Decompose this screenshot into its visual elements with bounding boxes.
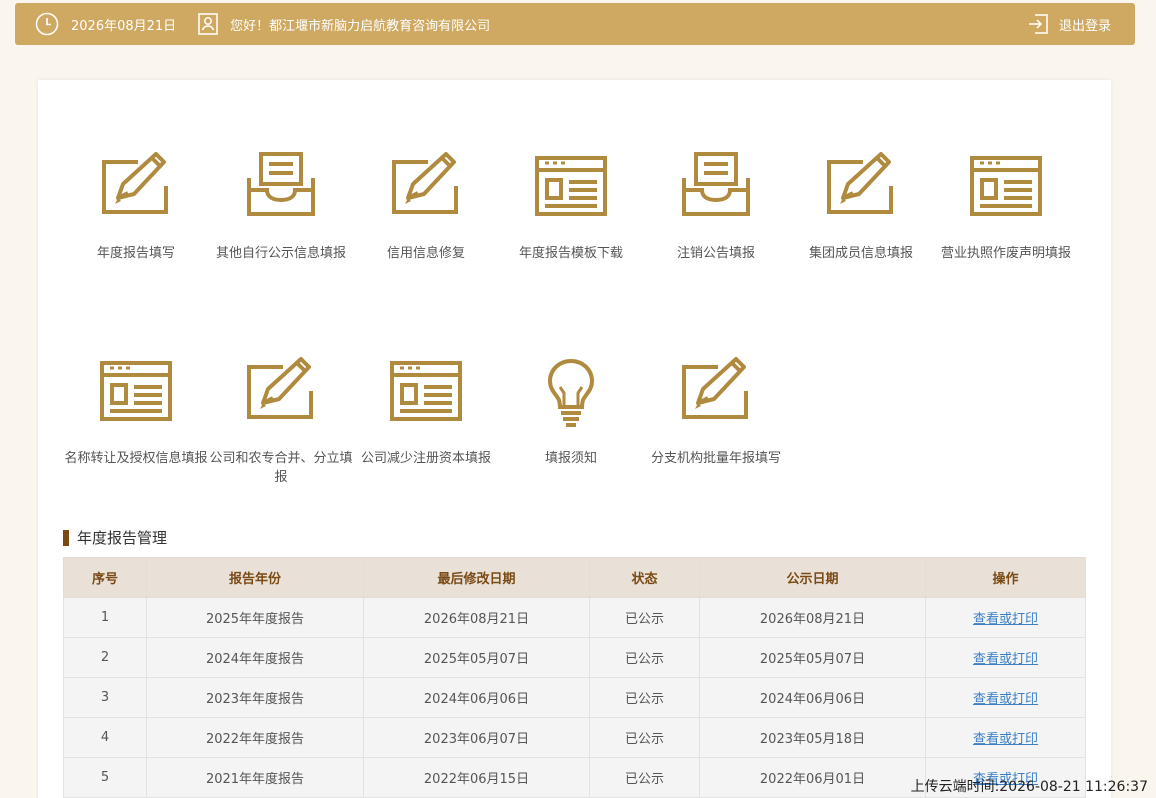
- view-print-link[interactable]: 查看或打印: [973, 652, 1038, 667]
- greeting-text: 您好！都江堰市新脑力启航教育咨询有限公司: [230, 18, 491, 34]
- cell-status: 已公示: [589, 637, 700, 678]
- annual-report-table: 序号 报告年份 最后修改日期 状态 公示日期 操作 1 2025年年度报告 2026…: [63, 557, 1086, 798]
- tile-label: 公司减少注册资本填报: [360, 451, 491, 466]
- cell-modified-date: 2025年05月07日: [363, 637, 590, 678]
- tile-label: 填报须知: [544, 451, 597, 466]
- logout-label: 退出登录: [1058, 18, 1111, 34]
- cell-publish-date: 2023年05月18日: [699, 717, 926, 758]
- table-header-row: 序号 报告年份 最后修改日期 状态 公示日期 操作: [63, 557, 1086, 598]
- cell-status: 已公示: [589, 677, 700, 718]
- form-icon: [535, 156, 607, 216]
- cell-status: 已公示: [589, 597, 700, 638]
- cell-status: 已公示: [589, 717, 700, 758]
- tile-label: 公司和农专合并、分立填报: [209, 451, 353, 485]
- cell-index: 3: [63, 677, 147, 718]
- cell-action: 查看或打印: [925, 597, 1086, 638]
- col-header-index: 序号: [63, 557, 147, 598]
- col-header-publish-date: 公示日期: [699, 557, 926, 598]
- tile-deregistration-notice[interactable]: 注销公告填报: [643, 150, 789, 263]
- cell-action: 查看或打印: [925, 717, 1086, 758]
- tile-label: 年度报告填写: [96, 246, 175, 261]
- current-date: 2026年08月21日: [71, 18, 177, 34]
- form-icon: [390, 361, 462, 421]
- cell-report-year: 2024年年度报告: [146, 637, 364, 678]
- tile-label: 营业执照作废声明填报: [940, 246, 1071, 261]
- form-icon: [970, 156, 1042, 216]
- inbox-icon: [682, 152, 750, 216]
- edit-icon: [827, 152, 893, 214]
- tile-label: 名称转让及授权信息填报: [64, 451, 208, 466]
- table-row: 4 2022年年度报告 2023年06月07日 已公示 2023年05月18日 查看或打印: [63, 717, 1086, 758]
- form-icon: [100, 361, 172, 421]
- edit-icon: [247, 357, 313, 419]
- cell-modified-date: 2024年06月06日: [363, 677, 590, 718]
- tile-capital-reduction[interactable]: 公司减少注册资本填报: [353, 355, 499, 468]
- col-header-modified: 最后修改日期: [363, 557, 590, 598]
- cell-status: 已公示: [589, 757, 700, 798]
- top-bar: 2026年08月21日 您好！都江堰市新脑力启航教育咨询有限公司 退出登录: [15, 3, 1135, 45]
- edit-icon: [682, 357, 748, 419]
- cell-modified-date: 2026年08月21日: [363, 597, 590, 638]
- user-icon: [198, 13, 218, 35]
- tile-merger-split[interactable]: 公司和农专合并、分立填报: [208, 355, 354, 487]
- logout-button[interactable]: 退出登录: [1027, 13, 1111, 35]
- col-header-status: 状态: [589, 557, 700, 598]
- clock-icon: [35, 12, 59, 36]
- tile-other-disclosure[interactable]: 其他自行公示信息填报: [208, 150, 354, 263]
- col-header-year: 报告年份: [146, 557, 364, 598]
- tile-name-transfer[interactable]: 名称转让及授权信息填报: [63, 355, 209, 468]
- cell-publish-date: 2022年06月01日: [699, 757, 926, 798]
- upload-time: 上传云端时间:2026-08-21 11:26:37: [910, 779, 1148, 795]
- view-print-link[interactable]: 查看或打印: [973, 732, 1038, 747]
- tile-label: 分支机构批量年报填写: [650, 451, 781, 466]
- inbox-icon: [247, 152, 315, 216]
- cell-report-year: 2023年年度报告: [146, 677, 364, 718]
- tile-template-download[interactable]: 年度报告模板下载: [498, 150, 644, 263]
- cell-index: 1: [63, 597, 147, 638]
- tile-label: 注销公告填报: [676, 246, 755, 261]
- cell-publish-date: 2026年08月21日: [699, 597, 926, 638]
- cell-index: 5: [63, 757, 147, 798]
- tile-label: 年度报告模板下载: [518, 246, 623, 261]
- tile-annual-report-fill[interactable]: 年度报告填写: [63, 150, 209, 263]
- cell-publish-date: 2025年05月07日: [699, 637, 926, 678]
- main-panel: 年度报告填写 其他自行公示信息填报 信用信息修复 年度报告模板下载 注销公告填报 集团成员…: [38, 80, 1111, 798]
- cell-index: 4: [63, 717, 147, 758]
- col-header-action: 操作: [925, 557, 1086, 598]
- section-title: 年度报告管理: [63, 530, 167, 546]
- tile-instructions[interactable]: 填报须知: [498, 355, 644, 468]
- edit-icon: [392, 152, 458, 214]
- lightbulb-icon: [547, 358, 595, 427]
- cell-publish-date: 2024年06月06日: [699, 677, 926, 718]
- table-row: 1 2025年年度报告 2026年08月21日 已公示 2026年08月21日 查看或打印: [63, 597, 1086, 638]
- tile-credit-repair[interactable]: 信用信息修复: [353, 150, 499, 263]
- cell-modified-date: 2023年06月07日: [363, 717, 590, 758]
- cell-report-year: 2025年年度报告: [146, 597, 364, 638]
- cell-index: 2: [63, 637, 147, 678]
- tile-license-void[interactable]: 营业执照作废声明填报: [933, 150, 1079, 263]
- tile-label: 信用信息修复: [386, 246, 465, 261]
- cell-action: 查看或打印: [925, 637, 1086, 678]
- table-row: 3 2023年年度报告 2024年06月06日 已公示 2024年06月06日 查看或打印: [63, 677, 1086, 718]
- cell-report-year: 2022年年度报告: [146, 717, 364, 758]
- table-row: 2 2024年年度报告 2025年05月07日 已公示 2025年05月07日 查看或打印: [63, 637, 1086, 678]
- cell-action: 查看或打印: [925, 677, 1086, 718]
- tile-label: 其他自行公示信息填报: [215, 246, 346, 261]
- tile-group-members[interactable]: 集团成员信息填报: [788, 150, 934, 263]
- view-print-link[interactable]: 查看或打印: [973, 612, 1038, 627]
- tile-branch-batch-report[interactable]: 分支机构批量年报填写: [643, 355, 789, 468]
- edit-icon: [102, 152, 168, 214]
- cell-report-year: 2021年年度报告: [146, 757, 364, 798]
- logout-icon: [1028, 14, 1048, 34]
- tile-label: 集团成员信息填报: [808, 246, 913, 261]
- cell-modified-date: 2022年06月15日: [363, 757, 590, 798]
- view-print-link[interactable]: 查看或打印: [973, 692, 1038, 707]
